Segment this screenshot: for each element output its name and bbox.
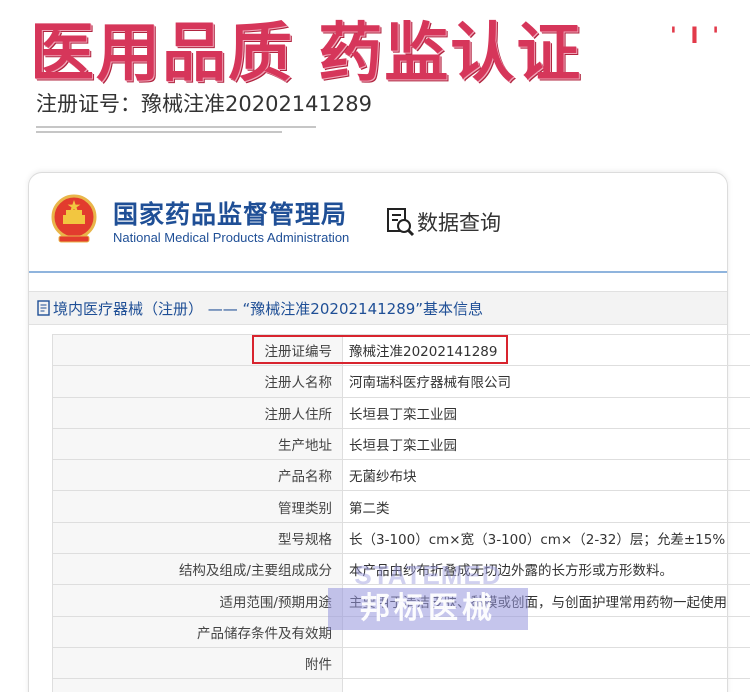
document-icon: [37, 300, 50, 316]
row-label: 注册人住所: [52, 396, 343, 429]
registration-number-line: 注册证号：豫械注准20202141289: [36, 92, 372, 116]
row-value: 长垣县丁栾工业园: [342, 427, 750, 461]
corner-mark: ' I ': [670, 24, 722, 49]
document-search-icon: [387, 208, 415, 237]
row-value: 长（3-100）cm×宽（3-100）cm×（2-32）层；允差±15%: [342, 521, 750, 555]
headline: 医用品质 药监认证: [30, 17, 583, 91]
agency-name-cn: 国家药品监督管理局: [113, 200, 348, 229]
row-value: 长垣县丁栾工业园: [342, 396, 750, 429]
table-row: 型号规格 长（3-100）cm×宽（3-100）cm×（2-32）层；允差±15%: [52, 521, 750, 555]
table-row: 注册人住所 长垣县丁栾工业园: [52, 396, 750, 429]
table-row: 结构及组成/主要组成成分 本产品由纱布折叠成无切边外露的长方形或方形数料。: [52, 553, 750, 586]
row-value: 主要用于清洁皮肤、黏膜或创面，与创面护理常用药物一起使用: [342, 584, 750, 617]
row-value: [342, 615, 750, 648]
table-row: [52, 678, 750, 692]
registration-highlight-box: [252, 335, 508, 364]
row-label: 结构及组成/主要组成成分: [52, 553, 343, 586]
data-query-link[interactable]: 数据查询: [385, 207, 501, 237]
row-value: 河南瑞科医疗器械有限公司: [342, 365, 750, 398]
table-row: 产品名称 无菌纱布块: [52, 459, 750, 492]
section-title-text: 境内医疗器械（注册） —— “豫械注准20202141289”基本信息: [53, 299, 484, 318]
device-info-table: 注册证编号 豫械注准20202141289 注册人名称 河南瑞科医疗器械有限公司 注册人…: [52, 333, 750, 692]
national-emblem-icon: [51, 194, 97, 243]
row-label: 产品名称: [52, 459, 343, 492]
row-label: 型号规格: [52, 521, 343, 555]
row-value: 无菌纱布块: [342, 459, 750, 492]
row-label: 管理类别: [52, 490, 343, 523]
row-label: 生产地址: [52, 427, 343, 461]
section-title: 境内医疗器械（注册） —— “豫械注准20202141289”基本信息: [29, 291, 727, 325]
table-row: 注册人名称 河南瑞科医疗器械有限公司: [52, 365, 750, 398]
fine-print: [36, 126, 316, 136]
row-value: 第二类: [342, 490, 750, 523]
row-label: 产品储存条件及有效期: [52, 615, 343, 648]
data-query-label: 数据查询: [417, 211, 501, 235]
table-row: 生产地址 长垣县丁栾工业园: [52, 427, 750, 461]
row-label: 注册人名称: [52, 365, 343, 398]
row-label: [52, 678, 343, 692]
agency-header: 国家药品监督管理局 National Medical Products Admi…: [29, 173, 727, 273]
row-label: 适用范围/预期用途: [52, 584, 343, 617]
row-label: 附件: [52, 646, 343, 680]
agency-name-en: National Medical Products Administration: [113, 230, 350, 245]
promo-banner: 医用品质 药监认证 ' I ' 注册证号：豫械注准20202141289: [0, 0, 750, 150]
table-row: 产品储存条件及有效期: [52, 615, 750, 648]
table-row: 附件: [52, 646, 750, 680]
table-row: 管理类别 第二类: [52, 490, 750, 523]
row-value: 本产品由纱布折叠成无切边外露的长方形或方形数料。: [342, 553, 750, 586]
table-row: 适用范围/预期用途 主要用于清洁皮肤、黏膜或创面，与创面护理常用药物一起使用: [52, 584, 750, 617]
row-value: [342, 678, 750, 692]
row-value: [342, 646, 750, 680]
